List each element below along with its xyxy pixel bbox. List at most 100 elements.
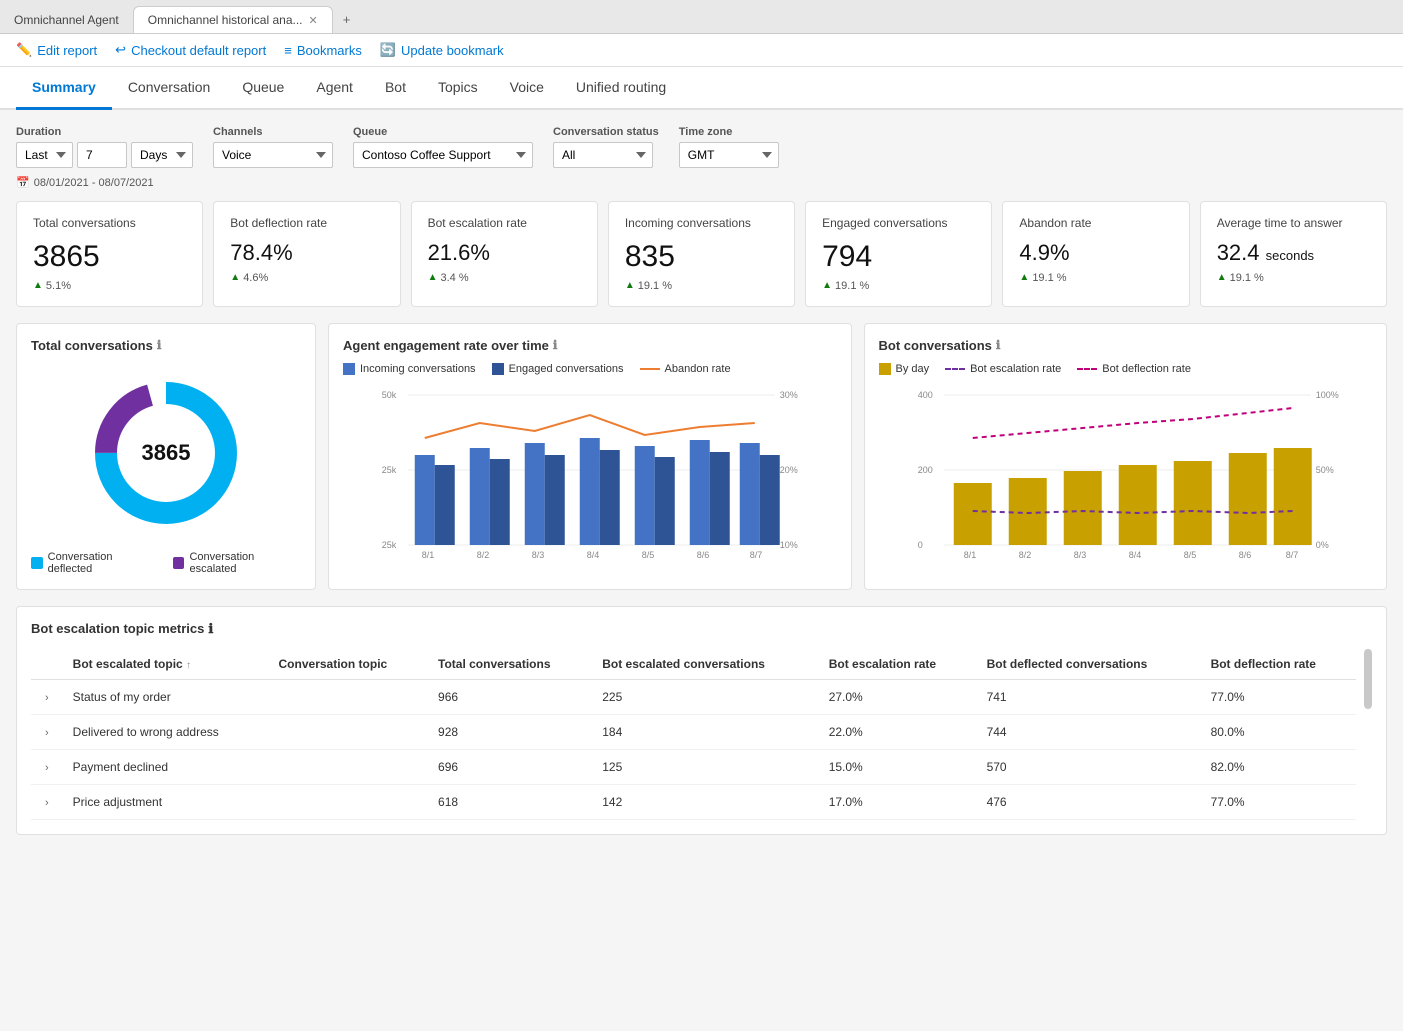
tab-conversation[interactable]: Conversation: [112, 67, 227, 110]
svg-text:8/1: 8/1: [422, 550, 435, 560]
svg-text:8/3: 8/3: [1073, 550, 1086, 560]
tab-unified-routing[interactable]: Unified routing: [560, 67, 682, 110]
col-bot-escalation-rate[interactable]: Bot escalation rate: [819, 649, 977, 680]
deflected-color: [31, 557, 43, 569]
table-row: › Payment declined 696 125 15.0% 570 82.…: [31, 749, 1356, 784]
timezone-select[interactable]: GMT: [679, 142, 779, 168]
conversation-status-select[interactable]: All: [553, 142, 653, 168]
trend-up-icon: ▲: [230, 272, 240, 283]
tab-omnichannel-agent[interactable]: Omnichannel Agent: [0, 7, 133, 33]
duration-value-input[interactable]: [77, 142, 127, 168]
tab-topics[interactable]: Topics: [422, 67, 494, 110]
col-bot-deflected-conversations[interactable]: Bot deflected conversations: [977, 649, 1201, 680]
svg-text:8/2: 8/2: [477, 550, 490, 560]
svg-text:8/3: 8/3: [532, 550, 545, 560]
kpi-bot-deflection-rate: Bot deflection rate 78.4% ▲4.6%: [213, 201, 400, 307]
col-total-conversations[interactable]: Total conversations: [428, 649, 592, 680]
row-expand-button[interactable]: ›: [41, 797, 53, 809]
toolbar: ✏️ Edit report ↩ Checkout default report…: [0, 34, 1403, 67]
svg-text:200: 200: [917, 465, 932, 475]
svg-text:20%: 20%: [780, 465, 798, 475]
tab-agent[interactable]: Agent: [300, 67, 369, 110]
cell-topic: Price adjustment: [63, 784, 269, 819]
svg-text:25k: 25k: [382, 540, 397, 550]
conversation-status-filter: Conversation status All: [553, 126, 659, 168]
svg-text:8/7: 8/7: [1285, 550, 1298, 560]
kpi-engaged-conversations: Engaged conversations 794 ▲19.1 %: [805, 201, 992, 307]
tab-label: Omnichannel historical ana...: [148, 13, 303, 27]
main-content: Duration Last Days Channels Voice Queue …: [0, 110, 1403, 851]
trend-up-icon: ▲: [33, 280, 43, 291]
update-bookmark-button[interactable]: 🔄 Update bookmark: [380, 42, 504, 58]
kpi-total-conversations: Total conversations 3865 ▲5.1%: [16, 201, 203, 307]
svg-text:8/5: 8/5: [1183, 550, 1196, 560]
scrollbar[interactable]: [1364, 649, 1372, 709]
trend-up-icon: ▲: [1019, 272, 1029, 283]
edit-icon: ✏️: [16, 42, 32, 58]
col-bot-deflection-rate[interactable]: Bot deflection rate: [1201, 649, 1356, 680]
svg-text:400: 400: [917, 390, 932, 400]
row-expand-button[interactable]: ›: [41, 692, 53, 704]
tab-voice[interactable]: Voice: [494, 67, 560, 110]
svg-text:8/2: 8/2: [1018, 550, 1031, 560]
deflection-line-color: [1077, 368, 1097, 370]
charts-row: Total conversations ℹ 3865 Conv: [16, 323, 1387, 590]
bot-chart-legend: By day Bot escalation rate Bot deflectio…: [879, 363, 1373, 375]
col-bot-escalated-topic[interactable]: Bot escalated topic ↑: [63, 649, 269, 680]
cell-esc-rate: 22.0%: [819, 714, 977, 749]
donut-legend: Conversation deflected Conversation esca…: [31, 551, 301, 575]
close-icon[interactable]: ✕: [309, 14, 318, 27]
svg-text:30%: 30%: [780, 390, 798, 400]
table-info-icon: ℹ: [208, 621, 213, 637]
cell-esc-rate: 15.0%: [819, 749, 977, 784]
trend-up-icon: ▲: [822, 280, 832, 291]
cell-total: 966: [428, 679, 592, 714]
row-expand-button[interactable]: ›: [41, 762, 53, 774]
cell-total: 618: [428, 784, 592, 819]
add-tab-button[interactable]: +: [333, 6, 361, 33]
cell-deflected: 744: [977, 714, 1201, 749]
date-range: 📅 08/01/2021 - 08/07/2021: [16, 176, 1387, 189]
svg-text:8/4: 8/4: [587, 550, 600, 560]
col-conversation-topic[interactable]: Conversation topic: [269, 649, 429, 680]
bot-escalation-table-section: Bot escalation topic metrics ℹ Bot escal…: [16, 606, 1387, 835]
edit-report-button[interactable]: ✏️ Edit report: [16, 42, 97, 58]
duration-preset-select[interactable]: Last: [16, 142, 73, 168]
donut-chart: 3865: [86, 373, 246, 533]
svg-text:8/6: 8/6: [697, 550, 710, 560]
svg-text:8/5: 8/5: [642, 550, 655, 560]
tab-queue[interactable]: Queue: [226, 67, 300, 110]
trend-up-icon: ▲: [625, 280, 635, 291]
cell-topic: Status of my order: [63, 679, 269, 714]
cell-conv-topic: [269, 784, 429, 819]
checkout-button[interactable]: ↩ Checkout default report: [115, 42, 266, 58]
table-header-row: Bot escalated topic ↑ Conversation topic…: [31, 649, 1356, 680]
cell-topic: Payment declined: [63, 749, 269, 784]
tab-bot[interactable]: Bot: [369, 67, 422, 110]
escalated-color: [173, 557, 185, 569]
queue-filter: Queue Contoso Coffee Support: [353, 126, 533, 168]
svg-text:8/7: 8/7: [750, 550, 763, 560]
bookmarks-button[interactable]: ≡ Bookmarks: [284, 43, 362, 58]
kpi-avg-time-to-answer: Average time to answer 32.4 seconds ▲19.…: [1200, 201, 1387, 307]
col-bot-escalated-conversations[interactable]: Bot escalated conversations: [592, 649, 818, 680]
cell-escalated: 125: [592, 749, 818, 784]
svg-text:0: 0: [917, 540, 922, 550]
cell-defl-rate: 82.0%: [1201, 749, 1356, 784]
channels-select[interactable]: Voice: [213, 142, 333, 168]
svg-text:8/1: 8/1: [963, 550, 976, 560]
by-day-color: [879, 363, 891, 375]
table-row: › Delivered to wrong address 928 184 22.…: [31, 714, 1356, 749]
queue-select[interactable]: Contoso Coffee Support: [353, 142, 533, 168]
row-expand-button[interactable]: ›: [41, 727, 53, 739]
kpi-abandon-rate: Abandon rate 4.9% ▲19.1 %: [1002, 201, 1189, 307]
duration-unit-select[interactable]: Days: [131, 142, 193, 168]
tab-summary[interactable]: Summary: [16, 67, 112, 110]
cell-defl-rate: 77.0%: [1201, 679, 1356, 714]
tab-historical[interactable]: Omnichannel historical ana... ✕: [133, 6, 333, 33]
cell-esc-rate: 17.0%: [819, 784, 977, 819]
bookmarks-icon: ≡: [284, 43, 292, 58]
svg-text:8/4: 8/4: [1128, 550, 1141, 560]
cell-total: 928: [428, 714, 592, 749]
kpi-row: Total conversations 3865 ▲5.1% Bot defle…: [16, 201, 1387, 307]
